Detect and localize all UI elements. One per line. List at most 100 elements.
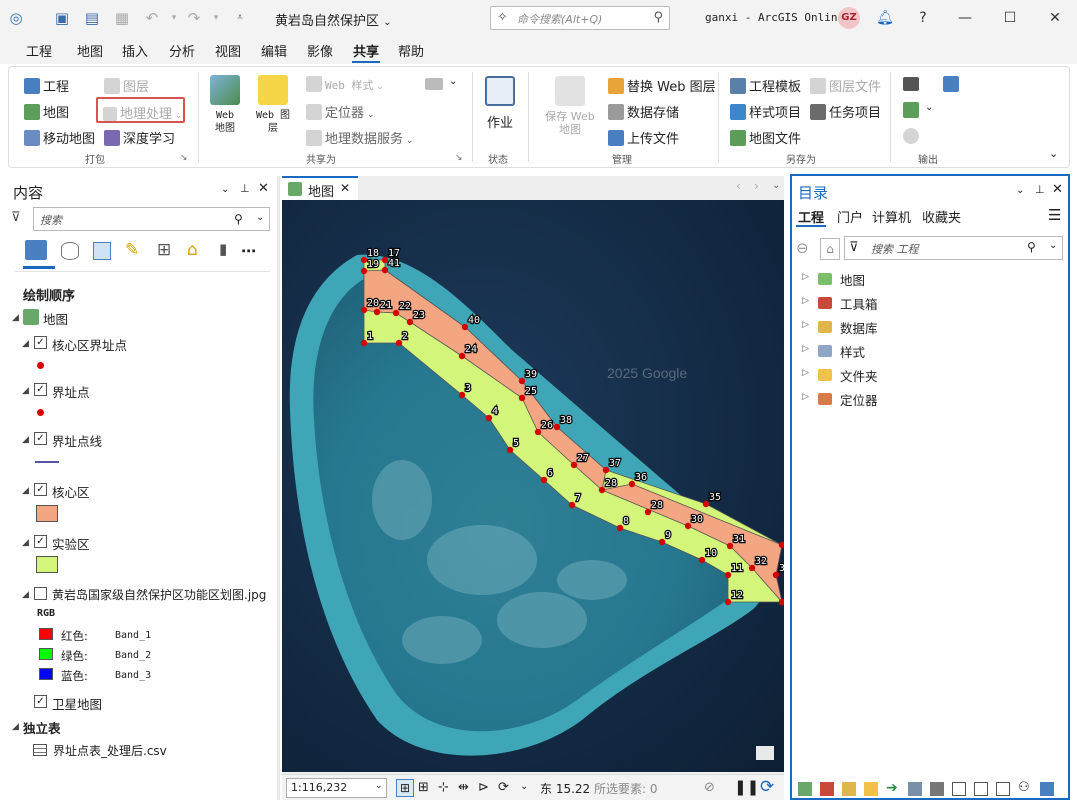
catalog-search-input[interactable]: ⊽ 搜索 工程 ⚲ ⌄: [844, 236, 1063, 260]
share-geodata-service-button[interactable]: 地理数据服务 ⌄: [306, 128, 413, 147]
tab-share[interactable]: 共享: [353, 41, 379, 60]
close-button[interactable]: ✕: [1045, 8, 1065, 28]
tab-analysis[interactable]: 分析: [169, 41, 195, 60]
package-layer-button[interactable]: 图层: [104, 76, 149, 95]
list-by-source-icon[interactable]: [61, 242, 79, 260]
expand-arrow-icon[interactable]: ◢: [12, 313, 19, 323]
navigation-icon[interactable]: ⊳: [478, 780, 489, 795]
report-icon[interactable]: [952, 782, 966, 796]
open-project-icon[interactable]: ▤: [82, 8, 102, 28]
expand-arrow-icon[interactable]: ▷: [802, 296, 809, 306]
task-item-button[interactable]: 任务项目: [810, 102, 881, 121]
pane-splitter[interactable]: [277, 176, 280, 800]
catalog-tab-favorites[interactable]: 收藏夹: [922, 207, 961, 226]
contents-search-input[interactable]: 搜索 ⚲ ⌄: [33, 207, 270, 231]
map-node-label[interactable]: 地图: [43, 309, 68, 328]
catalog-tab-project[interactable]: 工程: [798, 207, 824, 226]
expand-arrow-icon[interactable]: ▷: [802, 392, 809, 402]
redo-dropdown-icon[interactable]: ▾: [206, 8, 226, 28]
layout-icon[interactable]: [930, 782, 944, 796]
project-title[interactable]: 黄岩岛自然保护区 ⌄: [275, 10, 392, 29]
layer-visibility-checkbox[interactable]: [34, 587, 47, 600]
pane-menu-chevron-icon[interactable]: ⌄: [221, 184, 229, 195]
tab-insert[interactable]: 插入: [122, 41, 148, 60]
export-layout-icon[interactable]: [903, 102, 919, 118]
grid-icon[interactable]: ⊞: [418, 780, 429, 795]
package-project-button[interactable]: 工程: [24, 76, 69, 95]
expand-arrow-icon[interactable]: ◢: [12, 722, 19, 732]
filter-icon[interactable]: ⊽: [11, 210, 21, 225]
expand-arrow-icon[interactable]: ▷: [802, 320, 809, 330]
project-template-button[interactable]: 工程模板: [730, 76, 801, 95]
point-symbol[interactable]: [37, 409, 44, 416]
layer-visibility-checkbox[interactable]: ✓: [34, 535, 47, 548]
maximize-button[interactable]: ☐: [1000, 8, 1020, 28]
redo-icon[interactable]: ↷: [184, 8, 204, 28]
command-search-input[interactable]: ✧ 命令搜索(Alt+Q) ⚲: [490, 6, 670, 30]
share-web-map-button[interactable]: Web 地图: [209, 75, 241, 135]
tab-list-chevron-icon[interactable]: ⌄: [772, 180, 780, 191]
expand-arrow-icon[interactable]: ◢: [22, 386, 29, 396]
list-by-labeling-icon[interactable]: ⌂: [187, 240, 198, 260]
expand-arrow-icon[interactable]: ▷: [802, 368, 809, 378]
save-web-map-button[interactable]: 保存 Web 地图: [545, 76, 595, 136]
catalog-item-folders[interactable]: 文件夹: [840, 366, 878, 385]
catalog-tab-computer[interactable]: 计算机: [872, 207, 911, 226]
pin-icon[interactable]: ⊥: [240, 182, 250, 195]
layer-zoning-raster[interactable]: 黄岩岛国家级自然保护区功能区划图.jpg: [52, 586, 266, 603]
layer-file-button[interactable]: 图层文件: [810, 76, 881, 95]
customize-qat-icon[interactable]: ⩡: [230, 8, 250, 28]
snapping-icon[interactable]: ⊹: [438, 780, 449, 795]
layer-visibility-checkbox[interactable]: ✓: [34, 383, 47, 396]
expand-arrow-icon[interactable]: ▷: [802, 272, 809, 282]
map-canvas[interactable]: 2025 Google 1234567891011121314171819202…: [282, 200, 784, 772]
polygon-symbol[interactable]: [36, 505, 58, 522]
dialog-launcher-icon[interactable]: ↘: [180, 153, 188, 163]
distance-icon[interactable]: ⇹: [458, 780, 469, 795]
binoculars-icon[interactable]: ⚇: [1018, 780, 1030, 795]
map-scale-select[interactable]: 1:116,232 ⌄: [286, 778, 387, 798]
replace-web-layer-button[interactable]: 替换 Web 图层: [608, 76, 716, 95]
avatar[interactable]: GZ: [838, 7, 860, 29]
list-by-drawing-order-icon[interactable]: [25, 240, 47, 260]
expand-arrow-icon[interactable]: ▷: [802, 344, 809, 354]
minimize-button[interactable]: —: [955, 8, 975, 28]
rotation-icon[interactable]: ⟳: [498, 780, 509, 795]
style-item-button[interactable]: 样式项目: [730, 102, 801, 121]
more-options-icon[interactable]: ⋯: [241, 242, 256, 260]
table-view-icon[interactable]: [996, 782, 1010, 796]
close-pane-icon[interactable]: ✕: [258, 181, 269, 196]
polygon-symbol[interactable]: [36, 556, 58, 573]
list-by-snapping-icon[interactable]: ⊞: [157, 240, 171, 260]
tab-view[interactable]: 视图: [215, 41, 241, 60]
layer-visibility-checkbox[interactable]: ✓: [34, 695, 47, 708]
deep-learning-package-button[interactable]: 深度学习: [104, 128, 175, 147]
tab-scroll-left-icon[interactable]: ‹: [736, 179, 741, 193]
tab-edit[interactable]: 编辑: [261, 41, 287, 60]
catalog-item-locators[interactable]: 定位器: [840, 390, 878, 409]
tab-scroll-right-icon[interactable]: ›: [754, 179, 759, 193]
point-symbol[interactable]: [37, 362, 44, 369]
model-icon[interactable]: [908, 782, 922, 796]
data-store-button[interactable]: 数据存储: [608, 102, 679, 121]
close-tab-icon[interactable]: ✕: [340, 181, 350, 195]
standalone-table-item[interactable]: 界址点表_处理后.csv: [53, 742, 167, 759]
pause-drawing-icon[interactable]: ❚❚: [734, 778, 759, 796]
undo-dropdown-icon[interactable]: ▾: [164, 8, 184, 28]
map-view-tab[interactable]: 地图 ✕: [282, 176, 358, 200]
catalog-item-maps[interactable]: 地图: [840, 270, 865, 289]
chevron-down-icon[interactable]: ⌄: [449, 76, 457, 87]
upload-file-button[interactable]: 上传文件: [608, 128, 679, 147]
line-symbol[interactable]: [35, 461, 59, 463]
list-by-editing-icon[interactable]: ✎: [125, 240, 139, 260]
layer-core-zone[interactable]: 核心区: [52, 482, 90, 501]
pin-icon[interactable]: ⊥: [1035, 183, 1045, 196]
expand-arrow-icon[interactable]: ◢: [22, 538, 29, 548]
tab-help[interactable]: 帮助: [398, 41, 424, 60]
expand-arrow-icon[interactable]: ◢: [22, 339, 29, 349]
arrow-right-icon[interactable]: ➔: [886, 780, 898, 796]
layer-boundary-lines[interactable]: 界址点线: [52, 431, 102, 450]
new-project-icon[interactable]: ▣: [52, 8, 72, 28]
mobile-map-package-button[interactable]: 移动地图: [24, 128, 95, 147]
map-file-button[interactable]: 地图文件: [730, 128, 801, 147]
